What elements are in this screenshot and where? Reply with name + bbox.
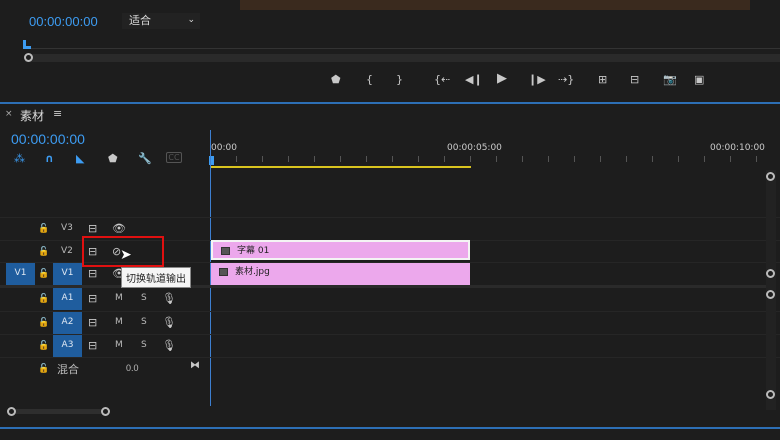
horizontal-scrollbar[interactable] — [12, 409, 107, 414]
clip-thumbnail-icon — [219, 268, 228, 276]
lock-icon[interactable]: 🔓 — [38, 292, 49, 306]
ruler-label-0: 00:00 — [211, 143, 237, 153]
monitor-scroll-knob[interactable] — [24, 53, 33, 62]
ruler-ticks — [210, 156, 770, 162]
lock-icon[interactable]: 🔓 — [38, 362, 49, 376]
time-ruler[interactable]: 00:00 00:00:05:00 00:00:10:00 — [210, 130, 780, 166]
mouse-cursor-icon: ➤ — [120, 247, 132, 263]
zoom-select-value: 适合 — [129, 14, 151, 27]
snap-magnet-icon[interactable]: ∩ — [45, 152, 54, 166]
track-target-a1[interactable]: A1 — [53, 288, 82, 310]
sync-lock-icon[interactable]: ⊟ — [88, 339, 97, 353]
solo-button[interactable]: S — [141, 293, 147, 303]
mute-button[interactable]: M — [115, 317, 123, 327]
ruler-label-10s: 00:00:10:00 — [710, 143, 765, 153]
overwrite-icon[interactable]: ⊟ — [630, 73, 639, 87]
bottom-divider — [0, 427, 780, 429]
track-target-a2[interactable]: A2 — [53, 312, 82, 334]
snap-nested-icon[interactable]: ⁂ — [14, 152, 25, 166]
microphone-icon[interactable]: 🎙 — [162, 292, 176, 306]
monitor-scrollbar[interactable] — [25, 54, 780, 62]
solo-button[interactable]: S — [141, 317, 147, 327]
go-to-out-icon[interactable]: ⇢} — [558, 73, 574, 87]
camera-icon[interactable]: 📷 — [663, 73, 677, 87]
sync-lock-icon[interactable]: ⊟ — [88, 267, 97, 281]
lock-icon[interactable]: 🔓 — [38, 316, 49, 330]
microphone-icon[interactable]: 🎙 — [162, 316, 176, 330]
go-to-in-icon[interactable]: {⇠ — [434, 73, 450, 87]
clip-image[interactable]: 素材.jpg — [211, 263, 470, 285]
linked-selection-icon[interactable]: ◣ — [76, 152, 84, 166]
track-a3: 🔓 A3 ⊟ M S 🎙 — [0, 335, 210, 358]
monitor-playhead[interactable] — [23, 40, 31, 49]
track-a1: 🔓 A1 ⊟ M S 🎙 — [0, 288, 210, 311]
insert-icon[interactable]: ⊞ — [598, 73, 607, 87]
step-back-icon[interactable]: ◀❙ — [465, 73, 483, 87]
monitor-timecode[interactable]: 00:00:00:00 — [29, 14, 98, 29]
track-name: V2 — [61, 246, 73, 256]
wrench-icon[interactable]: 🔧 — [138, 152, 152, 166]
panel-title[interactable]: 素材 — [20, 107, 44, 124]
clip-label: 素材.jpg — [235, 267, 270, 277]
lock-icon[interactable]: 🔓 — [38, 339, 49, 353]
ruler-label-5s: 00:00:05:00 — [447, 143, 502, 153]
sync-lock-icon[interactable]: ⊟ — [88, 292, 97, 306]
mix-value[interactable]: 0.0 — [126, 363, 139, 373]
track-target-v1[interactable]: V1 — [53, 263, 82, 285]
video-preview — [240, 0, 750, 10]
audio-scroll-knob[interactable] — [766, 290, 775, 299]
panel-menu-icon[interactable]: ≡ — [53, 107, 62, 120]
step-forward-icon[interactable]: ❙▶ — [528, 73, 546, 87]
mix-label: 混合 — [57, 363, 79, 376]
mark-out-icon[interactable]: } — [396, 73, 403, 87]
track-a2: 🔓 A2 ⊟ M S 🎙 — [0, 312, 210, 335]
source-patch-v1[interactable]: V1 — [6, 263, 35, 285]
lock-icon[interactable]: 🔓 — [38, 267, 49, 281]
timeline-timecode[interactable]: 00:00:00:00 — [11, 131, 85, 147]
compare-icon[interactable]: ▣ — [694, 73, 704, 87]
add-marker-icon[interactable]: ⬟ — [108, 152, 118, 166]
h-scroll-knob-right[interactable] — [101, 407, 110, 416]
track-name: V3 — [61, 223, 73, 233]
video-scroll-knob[interactable] — [766, 172, 775, 181]
lock-icon[interactable]: 🔓 — [38, 245, 49, 259]
solo-button[interactable]: S — [141, 340, 147, 350]
mark-in-icon[interactable]: { — [366, 73, 373, 87]
captions-icon[interactable]: CC — [166, 152, 182, 163]
track-target-a3[interactable]: A3 — [53, 335, 82, 357]
chevron-down-icon: ⌄ — [187, 15, 195, 25]
clip-label: 字幕 01 — [237, 246, 270, 256]
work-area-bar[interactable] — [211, 166, 471, 168]
track-mix: 🔓 混合 0.0 ⧓ — [0, 358, 210, 381]
clip-title[interactable]: 字幕 01 — [211, 240, 470, 260]
h-scroll-knob-left[interactable] — [7, 407, 16, 416]
lock-icon[interactable]: 🔓 — [38, 222, 49, 236]
sync-lock-icon[interactable]: ⊟ — [88, 222, 97, 236]
clip-thumbnail-icon — [221, 247, 230, 255]
audio-scroll-knob-bottom[interactable] — [766, 390, 775, 399]
zoom-select[interactable]: 适合 ⌄ — [122, 13, 200, 29]
eye-icon[interactable]: 👁 — [112, 222, 126, 236]
mute-button[interactable]: M — [115, 340, 123, 350]
mute-button[interactable]: M — [115, 293, 123, 303]
video-scroll-knob-bottom[interactable] — [766, 269, 775, 278]
collapse-icon[interactable]: ⧓ — [190, 359, 200, 373]
microphone-icon[interactable]: 🎙 — [162, 339, 176, 353]
marker-icon[interactable]: ⬟ — [331, 73, 341, 87]
play-icon[interactable]: ▶ — [497, 72, 507, 86]
panel-divider — [0, 102, 780, 104]
close-panel-icon[interactable]: × — [5, 109, 13, 119]
monitor-ruler — [24, 48, 780, 49]
tooltip: 切换轨道输出 — [121, 267, 191, 288]
sync-lock-icon[interactable]: ⊟ — [88, 316, 97, 330]
